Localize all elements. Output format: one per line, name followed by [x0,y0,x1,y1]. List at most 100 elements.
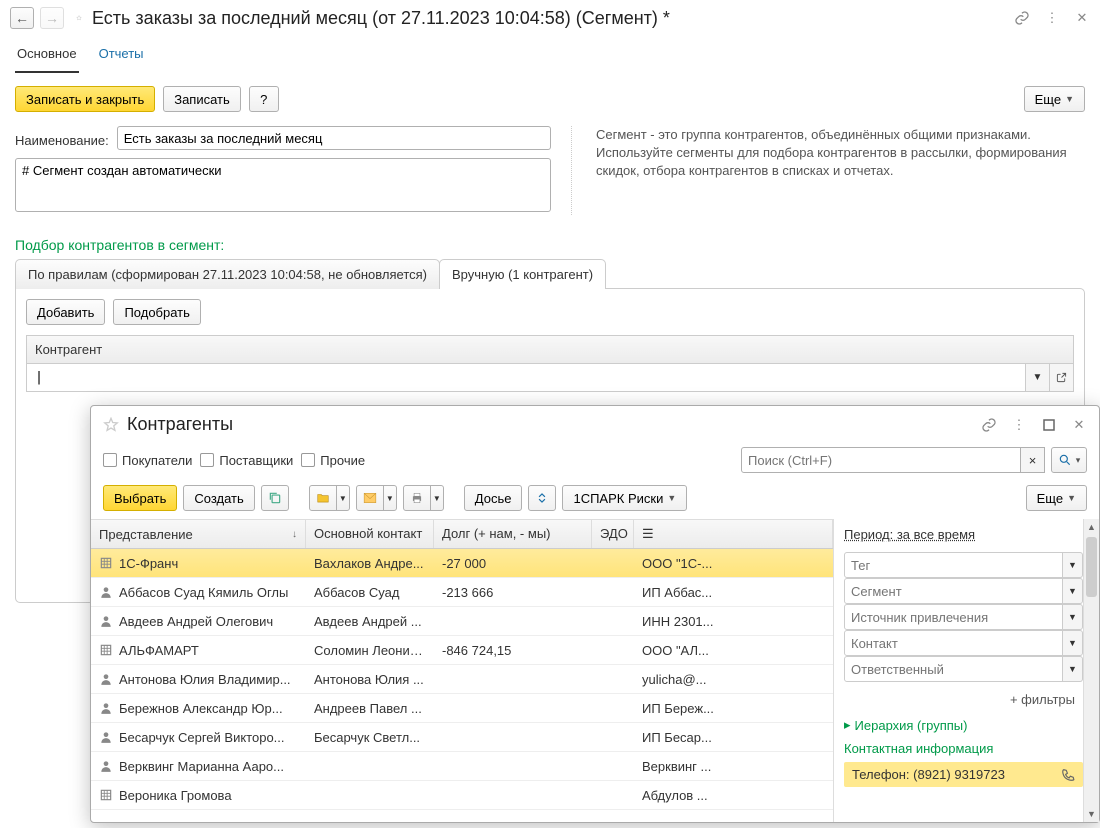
filter-select[interactable]: ▼ [844,630,1083,656]
table-row[interactable]: Авдеев Андрей ОлеговичАвдеев Андрей ...И… [91,607,833,636]
chevron-down-icon[interactable]: ▼ [1063,630,1083,656]
col-debt[interactable]: Долг (+ нам, - мы) [434,520,592,548]
help-text: Сегмент - это группа контрагентов, объед… [571,126,1085,215]
comment-textarea[interactable]: # Сегмент создан автоматически [15,158,551,212]
scroll-up-icon[interactable]: ▲ [1084,519,1099,535]
create-button[interactable]: Создать [183,485,254,511]
maximize-icon[interactable] [1041,417,1057,433]
counterparties-popup: Контрагенты ⋮ ✕ Покупатели Поставщики Пр… [90,405,1100,823]
table-row[interactable]: Бережнов Александр Юр...Андреев Павел ..… [91,694,833,723]
person-icon [99,585,113,599]
person-icon [99,672,113,686]
toolbar: Записать и закрыть Записать ? Еще▼ [0,74,1100,124]
tab-rules[interactable]: По правилам (сформирован 27.11.2023 10:0… [15,259,440,289]
dropdown-button[interactable]: ▼ [1025,364,1049,391]
contact-info-header: Контактная информация [844,739,1083,756]
section-title: Подбор контрагентов в сегмент: [0,223,1100,259]
side-panel: Период: за все время ▼▼▼▼▼ + фильтры ▸Ие… [833,519,1083,822]
name-input[interactable] [117,126,551,150]
period-link[interactable]: Период: за все время [844,527,1083,546]
filter-select[interactable]: ▼ [844,604,1083,630]
link-icon[interactable] [1014,10,1030,26]
add-filters-link[interactable]: + фильтры [844,688,1083,709]
col-edo[interactable]: ЭДО [592,520,634,548]
table-row[interactable]: Вероника ГромоваАбдулов ... [91,781,833,810]
table-row[interactable]: Аббасов Суад Кямиль ОглыАббасов Суад-213… [91,578,833,607]
close-icon[interactable]: ✕ [1074,10,1090,26]
filter-select[interactable]: ▼ [844,578,1083,604]
segment-tabs: По правилам (сформирован 27.11.2023 10:0… [0,259,1100,289]
other-checkbox[interactable]: Прочие [301,453,365,468]
star-icon[interactable] [103,417,119,433]
dossier-button[interactable]: Досье [464,485,523,511]
titlebar: ← → Есть заказы за последний месяц (от 2… [0,0,1100,36]
col-contact[interactable]: Основной контакт [306,520,434,548]
star-icon[interactable] [70,10,86,26]
suppliers-checkbox[interactable]: Поставщики [200,453,293,468]
chevron-down-icon[interactable]: ▼ [1063,656,1083,682]
kebab-icon[interactable]: ⋮ [1011,417,1027,433]
nav-forward-button[interactable]: → [40,7,64,29]
person-icon [99,759,113,773]
person-icon [99,701,113,715]
tab-main[interactable]: Основное [15,40,79,73]
search-button[interactable]: ▾ [1051,447,1087,473]
name-label: Наименование: [15,129,109,148]
sort-icon: ↓ [292,529,297,540]
table-row[interactable]: АЛЬФАМАРТСоломин Леонид...-846 724,15ООО… [91,636,833,665]
grid-header-counterparty: Контрагент [26,335,1074,364]
main-tabs: Основное Отчеты [0,36,1100,74]
scroll-down-icon[interactable]: ▼ [1084,806,1099,822]
open-button[interactable] [1049,364,1073,391]
counterparty-input[interactable] [27,364,1025,391]
scrollbar[interactable]: ▲ ▼ [1083,519,1099,822]
print-button[interactable] [403,485,431,511]
exchange-button[interactable] [528,485,556,511]
table-row[interactable]: Антонова Юлия Владимир...Антонова Юлия .… [91,665,833,694]
print-dropdown[interactable]: ▼ [430,485,444,511]
copy-button[interactable] [261,485,289,511]
nav-back-button[interactable]: ← [10,7,34,29]
person-icon [99,730,113,744]
page-title: Есть заказы за последний месяц (от 27.11… [92,8,670,29]
table-row[interactable]: Верквинг Марианна Ааро...Верквинг ... [91,752,833,781]
search-clear-button[interactable]: × [1021,447,1045,473]
chevron-down-icon[interactable]: ▼ [1063,552,1083,578]
filter-select[interactable]: ▼ [844,656,1083,682]
help-button[interactable]: ? [249,86,279,112]
scroll-thumb[interactable] [1086,537,1097,597]
folder-button[interactable] [309,485,337,511]
kebab-icon[interactable]: ⋮ [1044,10,1060,26]
popup-more-button[interactable]: Еще▼ [1026,485,1087,511]
add-button[interactable]: Добавить [26,299,105,325]
search-input[interactable] [741,447,1021,473]
mail-button[interactable] [356,485,384,511]
spark-button[interactable]: 1СПАРК Риски▼ [562,485,687,511]
chevron-down-icon[interactable]: ▼ [1063,604,1083,630]
table-row[interactable]: Бесарчук Сергей Викторо...Бесарчук Светл… [91,723,833,752]
close-icon[interactable]: ✕ [1071,417,1087,433]
hierarchy-toggle[interactable]: ▸Иерархия (группы) [844,715,1083,733]
save-close-button[interactable]: Записать и закрыть [15,86,155,112]
table-row[interactable]: 1С-ФранчВахлаков Андре...-27 000ООО "1С-… [91,549,833,578]
counterparties-table: Представление↓ Основной контакт Долг (+ … [91,519,833,822]
phone-row[interactable]: Телефон: (8921) 9319723 [844,762,1083,787]
tab-reports[interactable]: Отчеты [97,40,146,73]
org-icon [99,788,113,802]
more-button[interactable]: Еще▼ [1024,86,1085,112]
buyers-checkbox[interactable]: Покупатели [103,453,192,468]
popup-title: Контрагенты [127,414,233,435]
filter-select[interactable]: ▼ [844,552,1083,578]
link-icon[interactable] [981,417,997,433]
save-button[interactable]: Записать [163,86,241,112]
col-list[interactable]: ☰ [634,520,833,548]
tab-manual[interactable]: Вручную (1 контрагент) [439,259,606,289]
folder-dropdown[interactable]: ▼ [336,485,350,511]
pick-button[interactable]: Подобрать [113,299,200,325]
person-icon [99,614,113,628]
select-button[interactable]: Выбрать [103,485,177,511]
phone-icon[interactable] [1061,768,1075,782]
mail-dropdown[interactable]: ▼ [383,485,397,511]
col-representation[interactable]: Представление↓ [91,520,306,548]
chevron-down-icon[interactable]: ▼ [1063,578,1083,604]
